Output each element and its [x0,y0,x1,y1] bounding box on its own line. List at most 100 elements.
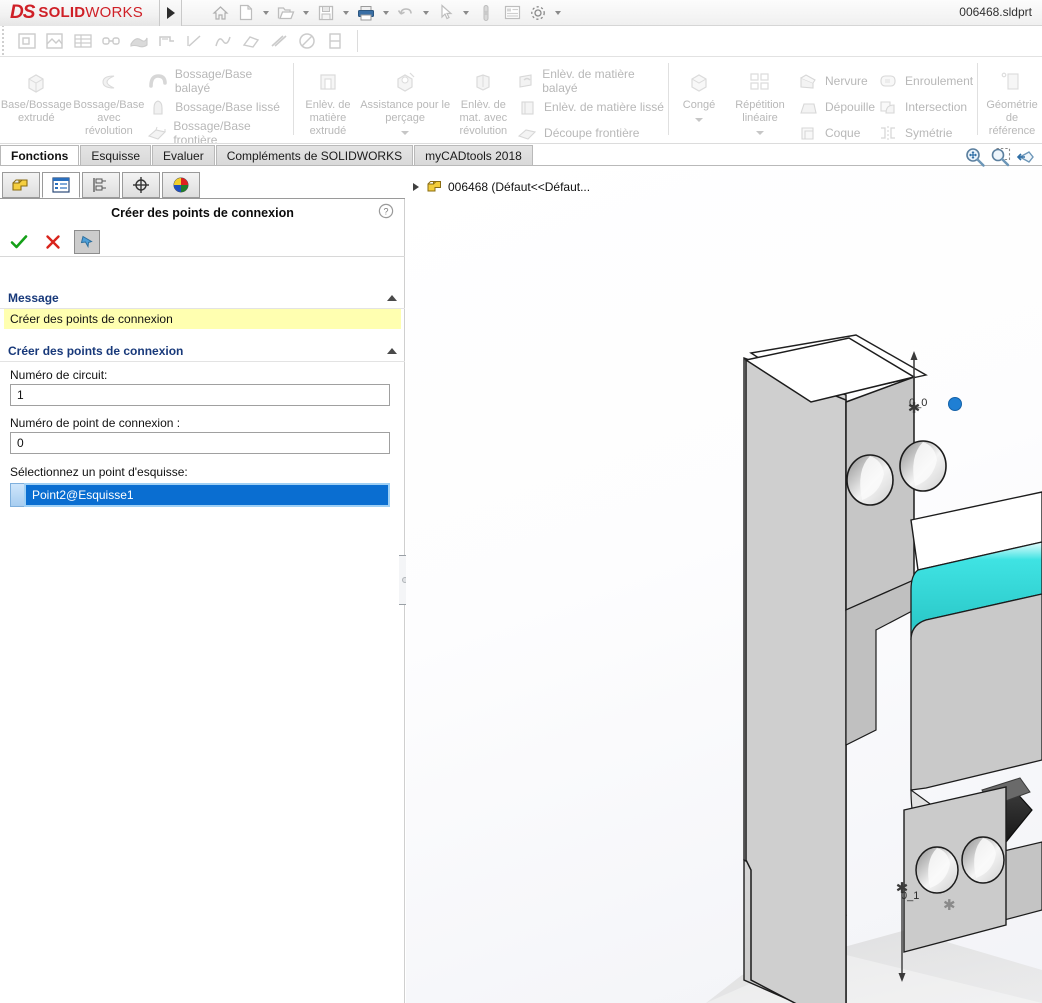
ribbon-button-boundary-cut[interactable]: Découpe frontière [514,120,664,143]
feature-manager-tab[interactable] [2,172,40,198]
manager-tab-row [0,170,405,199]
fillet-dropdown[interactable] [695,113,703,126]
solidworks-logo[interactable]: DS SOLIDWORKS [0,0,160,26]
chevron-up-icon[interactable] [387,347,397,354]
new-document-dropdown[interactable] [260,2,272,24]
ribbon-button-extruded-cut[interactable]: Enlèv. de matière extrudé [298,61,358,138]
surface-icon[interactable] [127,29,151,53]
options-gear-icon[interactable] [526,2,550,24]
ribbon-label: Intersection [905,100,968,114]
new-document-icon[interactable] [234,2,258,24]
fillet-icon [686,67,712,97]
chevron-up-icon[interactable] [387,294,397,301]
weldment-icon[interactable] [267,29,291,53]
display-manager-tab[interactable] [162,172,200,198]
property-manager-title: Créer des points de connexion [111,206,294,220]
connection-point-label-top: 0_0 [909,397,928,409]
open-folder-icon[interactable] [274,2,298,24]
print-icon[interactable] [354,2,378,24]
ribbon-button-revolved-boss[interactable]: Bossage/Base avec révolution [73,61,146,138]
ribbon-label: Découpe frontière [544,126,640,140]
split-icon[interactable] [323,29,347,53]
ribbon-label: Enlèv. de matière balayé [542,67,635,95]
mold-icon[interactable] [239,29,263,53]
pin-keep-visible-button[interactable] [74,229,100,254]
tab-complements-solidworks[interactable]: Compléments de SOLIDWORKS [215,145,414,166]
ribbon-separator [668,63,669,135]
command-manager-tabs: Fonctions Esquisse Evaluer Compléments d… [0,144,1042,166]
previous-view-icon[interactable] [1016,146,1038,171]
secondary-toolbar [0,25,1042,57]
ribbon-button-reference-geometry[interactable]: Géométrie de référence [982,61,1042,143]
table-icon[interactable] [71,29,95,53]
undo-dropdown[interactable] [420,2,432,24]
ribbon-button-boundary-boss[interactable]: Bossage/Base frontière [145,119,289,143]
tab-evaluer[interactable]: Evaluer [152,145,215,166]
ribbon-button-rib[interactable]: Nervure [795,68,875,94]
connection-point-number-input[interactable]: 0 [10,432,390,454]
property-manager-tab[interactable] [42,172,80,198]
message-section-header[interactable]: Message [0,287,405,309]
sketch-point-marker-bottom: ✱ [943,897,956,914]
zoom-to-fit-icon[interactable] [964,146,986,171]
sketch-picture-icon[interactable] [43,29,67,53]
select-cursor-icon[interactable] [434,2,458,24]
help-question-icon[interactable]: ? [378,203,394,222]
tab-label: Esquisse [91,149,141,163]
ribbon-button-hole-wizard[interactable]: Assistance pour le perçage [358,61,453,139]
menu-expand-arrow[interactable] [160,0,182,26]
tab-esquisse[interactable]: Esquisse [80,145,152,166]
ribbon-label: Enlèv. de matière lissé [544,100,664,114]
circuit-breaker-3d-model[interactable]: ✱ ✱ ✱ [406,170,1042,1003]
select-dropdown[interactable] [460,2,472,24]
edit-sketch-icon[interactable] [15,29,39,53]
linear-pattern-dropdown[interactable] [756,126,764,139]
ribbon-label: Géométrie de référence [986,99,1038,137]
ribbon-button-intersect[interactable]: Intersection [875,94,973,120]
chevron-down-icon [263,10,269,15]
ok-check-button[interactable] [6,230,32,254]
dimxpert-manager-tab[interactable] [122,172,160,198]
ribbon-button-fillet[interactable]: Congé [673,61,725,126]
ribbon-button-extruded-boss[interactable]: Base/Bossage extrudé [0,61,73,125]
home-icon[interactable] [208,2,232,24]
suppress-icon[interactable] [295,29,319,53]
ribbon-button-draft[interactable]: Dépouille [795,94,875,120]
circuit-number-input[interactable]: 1 [10,384,390,406]
undo-icon[interactable] [394,2,418,24]
ribbon-button-swept-boss[interactable]: Bossage/Base balayé [145,67,289,95]
hole-wizard-dropdown[interactable] [401,126,410,139]
ribbon-button-lofted-boss[interactable]: Bossage/Base lissé [145,94,289,120]
graphics-viewport[interactable]: 006468 (Défaut<<Défaut... ✱ ✱ ✱ 0_0 0_1 [406,170,1042,1003]
sketch-point-selection-box[interactable]: Point2@Esquisse1 [10,483,390,507]
ribbon-button-linear-pattern[interactable]: Répétition linéaire [725,61,795,139]
ribbon-button-wrap[interactable]: Enroulement [875,68,973,94]
tab-mycadtools-2018[interactable]: myCADtools 2018 [414,145,533,166]
tab-label: Compléments de SOLIDWORKS [226,149,403,163]
sketch-point-selection-item[interactable]: Point2@Esquisse1 [24,483,390,507]
ribbon-button-lofted-cut[interactable]: Enlèv. de matière lissé [514,94,664,120]
chevron-down-icon [401,131,410,135]
measure-icon[interactable] [183,29,207,53]
print-dropdown[interactable] [380,2,392,24]
ribbon-label: Coque [825,126,861,140]
rebuild-icon[interactable] [474,2,498,24]
ribbon-button-swept-cut[interactable]: Enlèv. de matière balayé [514,67,664,95]
ribbon-button-shell[interactable]: Coque [795,120,875,143]
cancel-x-button[interactable] [40,230,66,254]
save-dropdown[interactable] [340,2,352,24]
open-dropdown[interactable] [300,2,312,24]
configuration-manager-tab[interactable] [82,172,120,198]
tab-fonctions[interactable]: Fonctions [0,145,80,166]
save-icon[interactable] [314,2,338,24]
ribbon-button-mirror[interactable]: Symétrie [875,120,973,143]
curve-icon[interactable] [211,29,235,53]
properties-icon[interactable] [500,2,524,24]
zoom-to-area-icon[interactable] [990,146,1012,171]
toolbar-grip[interactable] [0,25,7,57]
sheet-metal-icon[interactable] [155,29,179,53]
options-dropdown[interactable] [552,2,564,24]
main-section-header[interactable]: Créer des points de connexion [0,340,405,362]
link-icon[interactable] [99,29,123,53]
ribbon-button-revolved-cut[interactable]: Enlèv. de mat. avec révolution [453,61,514,138]
